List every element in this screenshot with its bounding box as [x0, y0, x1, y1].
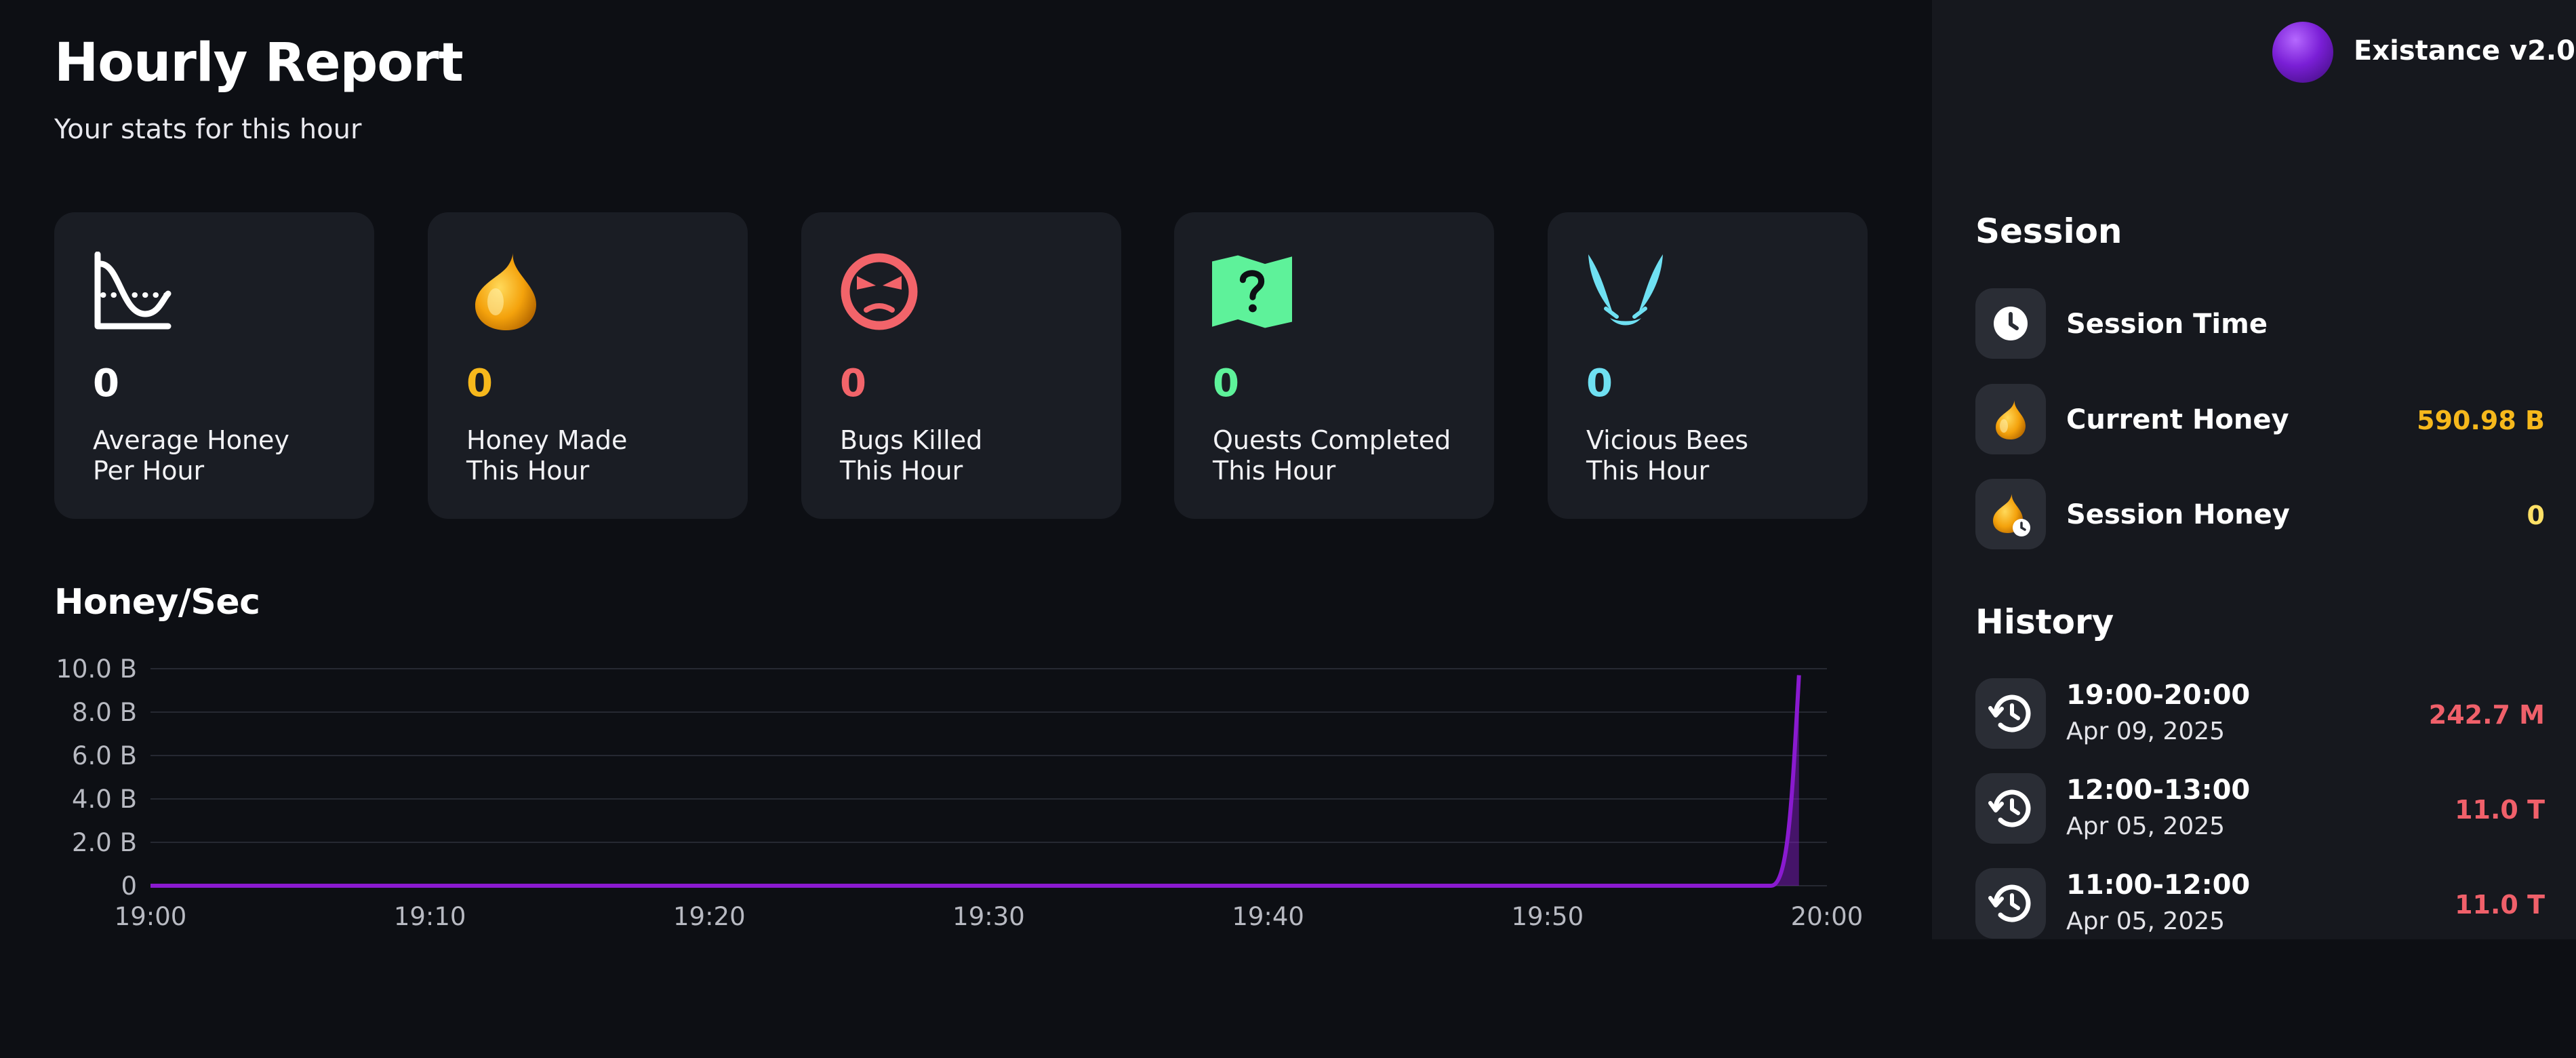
history-icon — [1975, 773, 2046, 844]
stat-value: 0 — [466, 361, 493, 406]
honey-clock-icon — [1975, 479, 2046, 549]
stat-label: Bugs Killed This Hour — [840, 425, 983, 486]
history-value: 11.0 T — [2455, 795, 2545, 825]
honey-drop-icon — [475, 253, 536, 330]
session-row-time: Session Time — [1975, 288, 2545, 359]
stat-label: Quests Completed This Hour — [1213, 425, 1451, 486]
y-tick-label: 6.0 B — [72, 741, 137, 770]
x-tick-label: 19:00 — [115, 902, 187, 931]
page-title: Hourly Report — [54, 33, 464, 94]
history-icon — [1975, 868, 2046, 939]
history-time: 12:00-13:00 — [2066, 775, 2251, 806]
stat-card-average-honey: 0 Average Honey Per Hour — [54, 212, 374, 519]
main-panel: Hourly Report Your stats for this hour 0… — [0, 0, 1932, 1058]
stat-value: 0 — [840, 361, 866, 406]
series-line — [150, 675, 1801, 888]
stat-value: 0 — [1586, 361, 1613, 406]
quest-map-icon — [1212, 255, 1292, 328]
y-tick-label: 2.0 B — [72, 828, 137, 857]
x-tick-label: 19:20 — [673, 902, 746, 931]
stat-card-bugs-killed: 0 Bugs Killed This Hour — [801, 212, 1121, 519]
honey-chart-icon — [94, 252, 172, 330]
honey-drop-icon — [1975, 384, 2046, 454]
x-tick-label: 19:50 — [1512, 902, 1584, 931]
history-date: Apr 05, 2025 — [2066, 907, 2226, 935]
session-row-session-honey: Session Honey 0 — [1975, 479, 2545, 549]
y-tick-label: 4.0 B — [72, 785, 137, 814]
y-tick-label: 0 — [121, 871, 137, 901]
history-time: 11:00-12:00 — [2066, 869, 2251, 901]
stat-label: Vicious Bees This Hour — [1586, 425, 1749, 486]
session-title: Session — [1975, 212, 2122, 251]
x-tick-label: 20:00 — [1791, 902, 1864, 931]
stat-label: Honey Made This Hour — [466, 425, 628, 486]
history-icon — [1975, 678, 2046, 749]
stat-value: 0 — [93, 361, 119, 406]
app-root: Hourly Report Your stats for this hour 0… — [0, 0, 2576, 1058]
history-title: History — [1975, 602, 2114, 642]
stat-label: Average Honey Per Hour — [93, 425, 289, 486]
stat-value: 0 — [1213, 361, 1239, 406]
honey-per-sec-chart: 0 2.0 B 4.0 B 6.0 B 8.0 B 10.0 B 19:00 19:10 19:… — [56, 654, 1864, 931]
session-value: 590.98 B — [2417, 406, 2545, 435]
history-value: 242.7 M — [2428, 700, 2545, 730]
page-subtitle: Your stats for this hour — [54, 114, 362, 145]
history-item[interactable]: 11:00-12:00 Apr 05, 2025 11.0 T — [1975, 868, 2545, 939]
series-area — [150, 675, 1799, 886]
sidebar: Existance v2.0 Session Session Time Curr… — [1932, 0, 2576, 939]
history-time: 19:00-20:00 — [2066, 680, 2251, 711]
history-date: Apr 05, 2025 — [2066, 812, 2226, 840]
history-item[interactable]: 19:00-20:00 Apr 09, 2025 242.7 M — [1975, 678, 2545, 749]
stat-card-vicious-bees: 0 Vicious Bees This Hour — [1548, 212, 1868, 519]
vicious-bee-icon — [1588, 254, 1663, 326]
history-item[interactable]: 12:00-13:00 Apr 05, 2025 11.0 T — [1975, 773, 2545, 844]
x-tick-label: 19:30 — [952, 902, 1025, 931]
angry-bug-icon — [841, 253, 918, 330]
brand-logo — [2272, 22, 2333, 83]
session-label: Current Honey — [2066, 404, 2289, 435]
session-value: 0 — [2527, 501, 2545, 530]
x-tick-label: 19:40 — [1232, 902, 1304, 931]
brand-name: Existance v2.0 — [2354, 35, 2575, 66]
y-tick-label: 8.0 B — [72, 698, 137, 727]
session-label: Session Time — [2066, 309, 2268, 340]
y-tick-label: 10.0 B — [56, 654, 137, 684]
history-date: Apr 09, 2025 — [2066, 718, 2226, 745]
session-label: Session Honey — [2066, 499, 2290, 530]
stat-card-honey-made: 0 Honey Made This Hour — [428, 212, 748, 519]
history-value: 11.0 T — [2455, 890, 2545, 920]
session-row-current-honey: Current Honey 590.98 B — [1975, 384, 2545, 454]
clock-icon — [1975, 288, 2046, 359]
stat-card-quests-completed: 0 Quests Completed This Hour — [1174, 212, 1494, 519]
x-tick-label: 19:10 — [394, 902, 466, 931]
chart-title: Honey/Sec — [54, 582, 260, 623]
